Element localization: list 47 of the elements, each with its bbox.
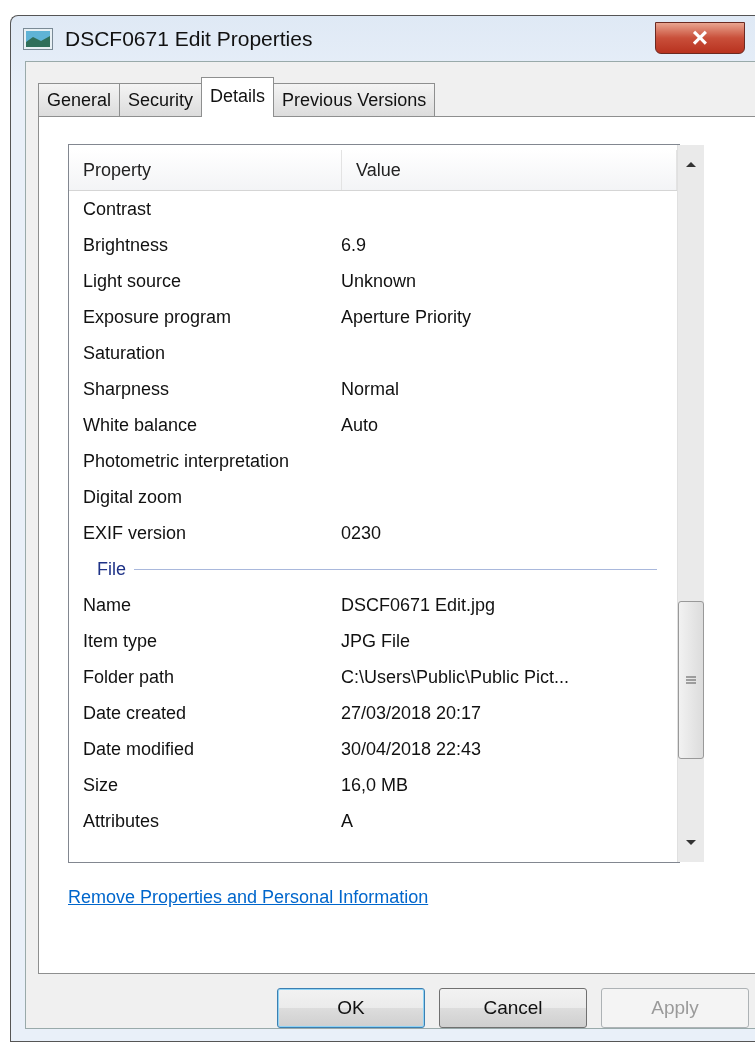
- window-title: DSCF0671 Edit Properties: [65, 26, 313, 51]
- dialog-button[interactable]: OK: [277, 988, 425, 1028]
- dialog-button[interactable]: Cancel: [439, 988, 587, 1028]
- property-value: 16,0 MB: [340, 774, 409, 796]
- group-heading: File: [97, 558, 126, 580]
- property-name: Saturation: [82, 342, 167, 364]
- property-name: Attributes: [82, 810, 161, 832]
- scroll-down-icon[interactable]: [684, 838, 698, 848]
- property-name: Digital zoom: [82, 486, 184, 508]
- property-value: Unknown: [340, 270, 417, 292]
- property-name: Name: [82, 594, 132, 616]
- grip-icon: [685, 675, 697, 685]
- tab[interactable]: Security: [119, 83, 203, 116]
- tab[interactable]: General: [38, 83, 121, 116]
- property-name: White balance: [82, 414, 199, 436]
- image-icon: [23, 27, 53, 50]
- property-name: Light source: [82, 270, 183, 292]
- tab[interactable]: Details: [201, 77, 275, 117]
- column-header[interactable]: Property: [69, 150, 342, 190]
- scrollbar[interactable]: [677, 145, 704, 862]
- property-value: Aperture Priority: [340, 306, 472, 328]
- property-value: Auto: [340, 414, 379, 436]
- scrollbar-thumb[interactable]: [678, 601, 704, 759]
- property-value: JPG File: [340, 630, 410, 652]
- property-name: Folder path: [82, 666, 176, 688]
- property-name: Item type: [82, 630, 159, 652]
- remove-properties-link[interactable]: Remove Properties and Personal Information: [68, 887, 429, 908]
- property-name: EXIF version: [82, 522, 188, 544]
- property-value: Normal: [340, 378, 399, 400]
- tab[interactable]: Previous Versions: [273, 83, 436, 116]
- property-name: Size: [82, 774, 119, 796]
- property-value: 0230: [340, 522, 382, 544]
- property-value: DSCF0671 Edit.jpg: [340, 594, 496, 616]
- property-value: 30/04/2018 22:43: [340, 738, 482, 760]
- property-value: C:\Users\Public\Public Pict...: [340, 666, 570, 688]
- property-name: Date modified: [82, 738, 196, 760]
- property-value: 27/03/2018 20:17: [340, 702, 482, 724]
- property-name: Photometric interpretation: [82, 450, 291, 472]
- close-button[interactable]: ×: [655, 22, 745, 54]
- property-name: Sharpness: [82, 378, 171, 400]
- property-value: A: [340, 810, 353, 832]
- property-name: Date created: [82, 702, 188, 724]
- property-name: Contrast: [82, 198, 153, 220]
- property-name: Brightness: [82, 234, 170, 256]
- scroll-up-icon[interactable]: [684, 159, 698, 169]
- property-value: 6.9: [340, 234, 367, 256]
- property-name: Exposure program: [82, 306, 233, 328]
